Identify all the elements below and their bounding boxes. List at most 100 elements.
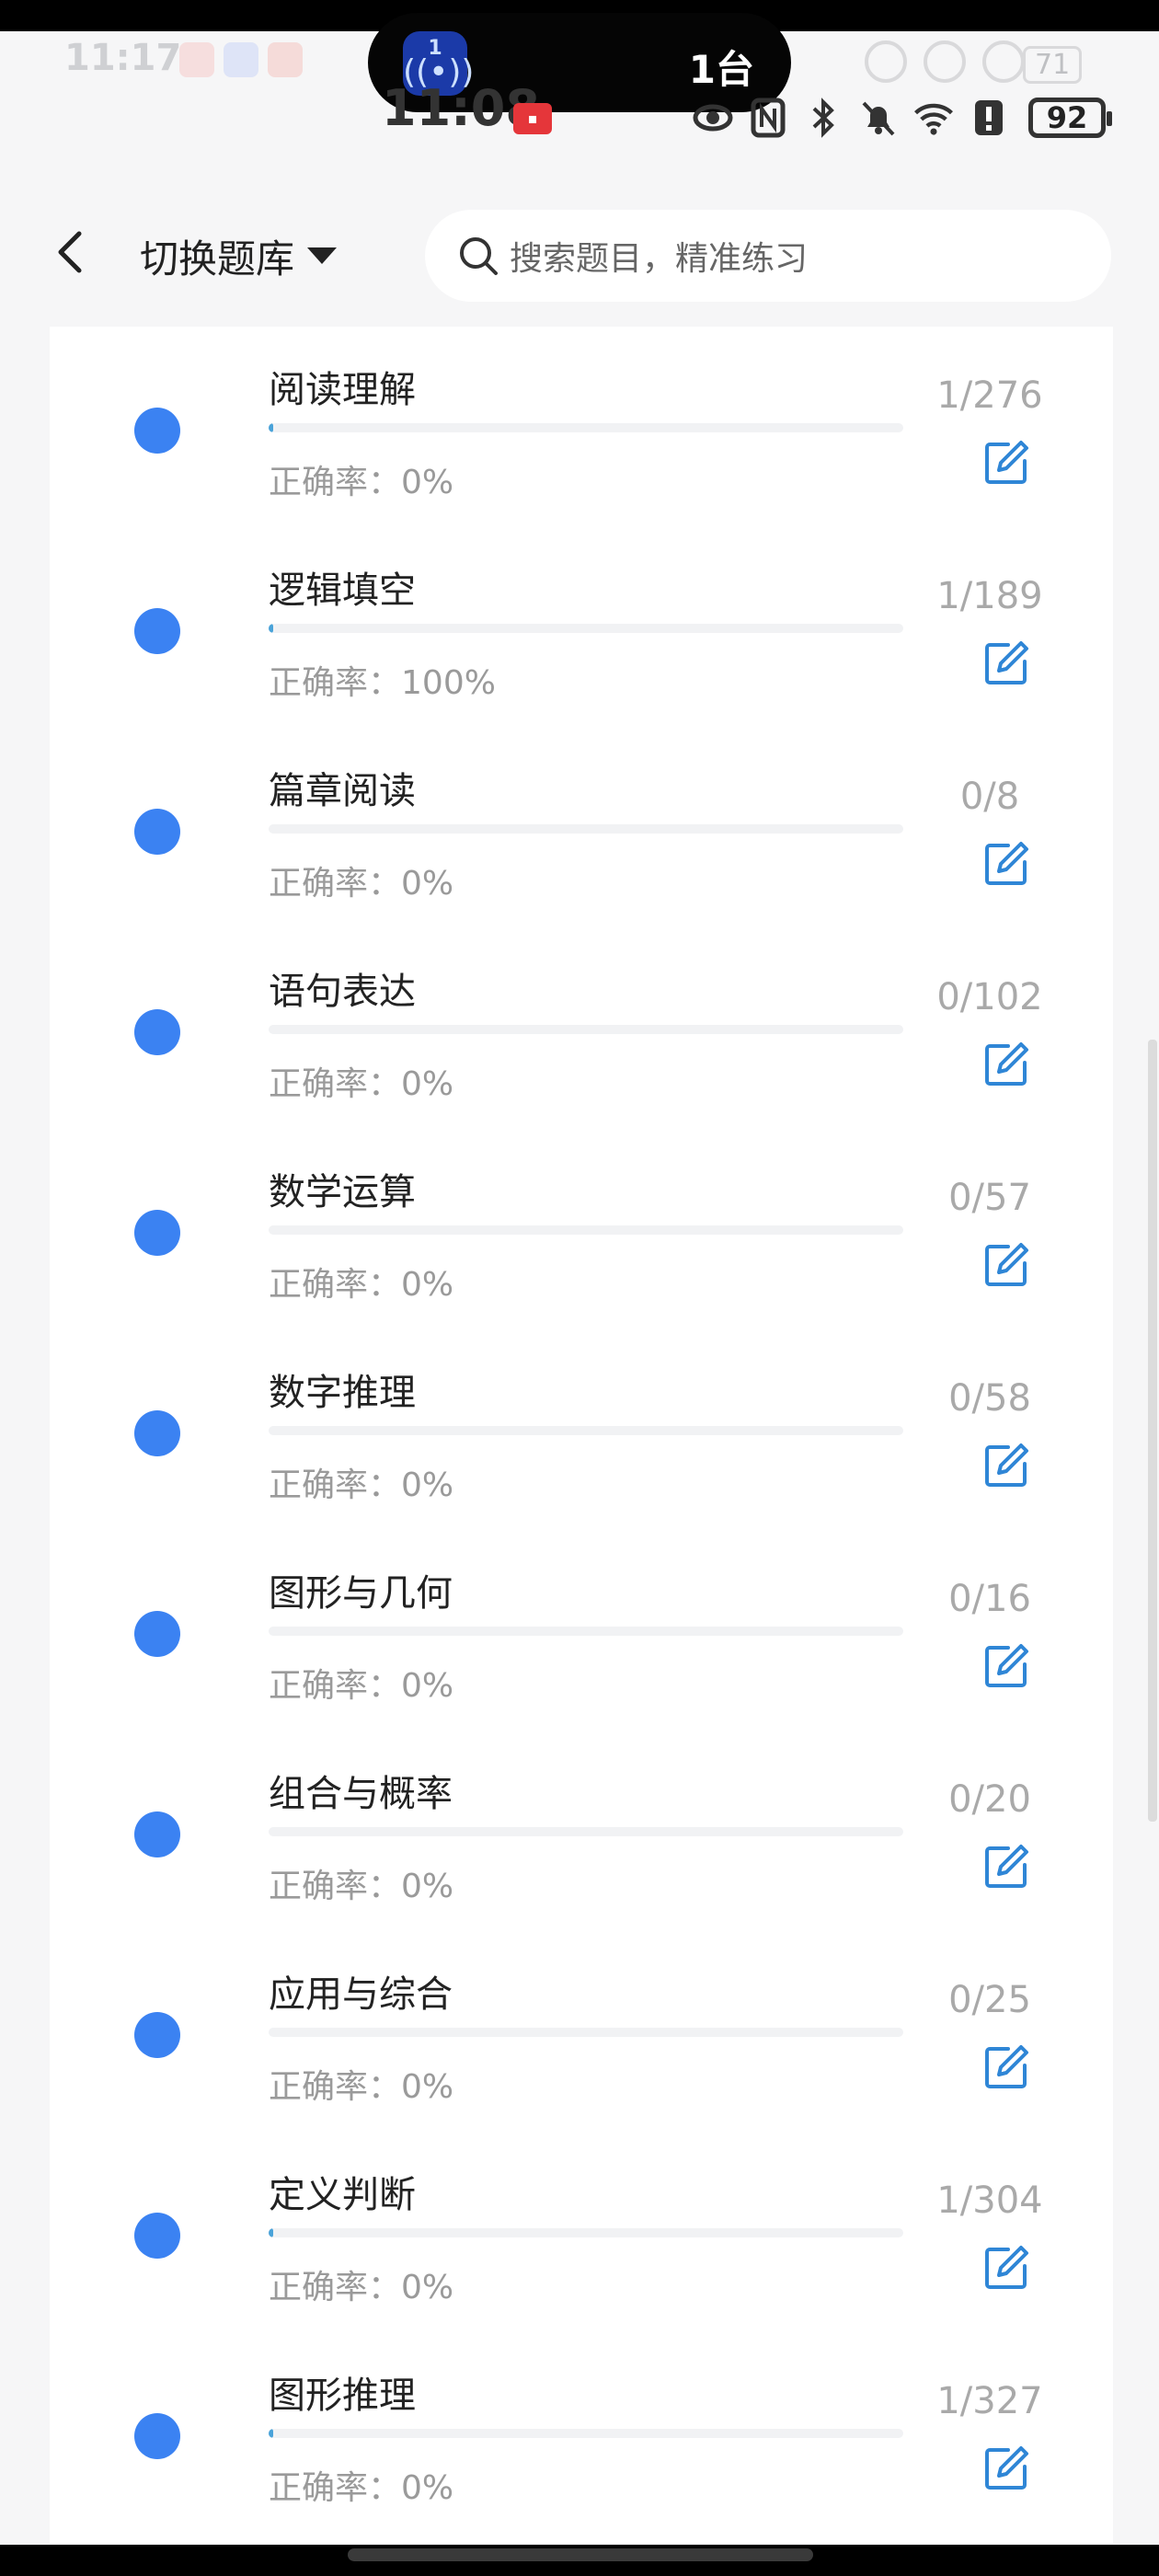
progress-bar (269, 624, 903, 633)
category-name: 阅读理解 (269, 369, 416, 411)
accuracy-text: 正确率：0% (269, 1057, 453, 1105)
status-dot (134, 1611, 180, 1657)
category-row[interactable]: 篇章阅读 正确率：0% 0/8 (50, 728, 1113, 928)
bluetooth-icon (802, 97, 844, 139)
accuracy-text: 正确率：0% (269, 857, 453, 904)
progress-bar (269, 2429, 903, 2438)
edit-icon[interactable] (981, 1841, 1032, 1892)
accuracy-label: 正确率： (269, 2068, 402, 2106)
edit-icon[interactable] (981, 2443, 1032, 2494)
category-row[interactable]: 定义判断 正确率：0% 1/304 (50, 2132, 1113, 2332)
progress-bar (269, 1426, 903, 1435)
island-app-icon: 1 ((•)) (403, 31, 474, 96)
overlay-battery: 71 (1023, 46, 1083, 84)
progress-count: 0/102 (936, 976, 1043, 1018)
edit-icon[interactable] (981, 437, 1032, 489)
status-dot (134, 408, 180, 454)
category-name: 数字推理 (269, 1372, 416, 1414)
status-dot (134, 1410, 180, 1456)
edit-icon[interactable] (981, 1640, 1032, 1692)
progress-bar (269, 824, 903, 834)
progress-fill (269, 624, 273, 633)
category-row[interactable]: 图形与几何 正确率：0% 0/16 (50, 1530, 1113, 1731)
category-name: 组合与概率 (269, 1773, 453, 1815)
progress-count: 0/16 (948, 1578, 1031, 1620)
accuracy-label: 正确率： (269, 2269, 402, 2306)
category-name: 篇章阅读 (269, 770, 416, 812)
navigation-bar (0, 2545, 1159, 2576)
accuracy-value: 0% (401, 2469, 454, 2507)
category-row[interactable]: 组合与概率 正确率：0% 0/20 (50, 1731, 1113, 1931)
home-indicator[interactable] (348, 2548, 813, 2561)
category-row[interactable]: 数学运算 正确率：0% 0/57 (50, 1129, 1113, 1329)
progress-bar (269, 1025, 903, 1034)
progress-bar (269, 2228, 903, 2237)
accuracy-value: 0% (401, 865, 454, 903)
accuracy-value: 0% (401, 1065, 454, 1103)
eye-icon (692, 97, 734, 139)
accuracy-label: 正确率： (269, 2469, 402, 2507)
app-header: 切换题库 搜索题目，精准练习 (0, 184, 1159, 322)
category-row[interactable]: 图形推理 正确率：0% 1/327 (50, 2332, 1113, 2533)
accuracy-text: 正确率：0% (269, 455, 453, 503)
accuracy-text: 正确率：0% (269, 2060, 453, 2108)
accuracy-label: 正确率： (269, 664, 402, 702)
nfc-icon (747, 97, 789, 139)
status-dot (134, 2213, 180, 2259)
overlay-system-icon (982, 40, 1025, 83)
edit-icon[interactable] (981, 2242, 1032, 2294)
category-row[interactable]: 逻辑填空 正确率：100% 1/189 (50, 527, 1113, 728)
category-name: 语句表达 (269, 971, 416, 1013)
status-dot (134, 2413, 180, 2459)
progress-bar (269, 1225, 903, 1235)
accuracy-value: 0% (401, 1667, 454, 1705)
category-name: 逻辑填空 (269, 569, 416, 612)
accuracy-text: 正确率：0% (269, 1659, 453, 1707)
scrollbar[interactable] (1148, 1040, 1157, 1822)
app-notification-icon (224, 42, 258, 77)
progress-bar (269, 423, 903, 432)
category-row[interactable]: 应用与综合 正确率：0% 0/25 (50, 1931, 1113, 2132)
edit-icon[interactable] (981, 2041, 1032, 2093)
progress-fill (269, 2429, 273, 2438)
edit-icon[interactable] (981, 838, 1032, 890)
category-row[interactable]: 数字推理 正确率：0% 0/58 (50, 1329, 1113, 1530)
edit-icon[interactable] (981, 638, 1032, 689)
progress-count: 0/58 (948, 1377, 1031, 1420)
accuracy-value: 0% (401, 1868, 454, 1905)
search-icon (460, 237, 498, 275)
app-notification-icon (268, 42, 303, 77)
wifi-icon (912, 97, 955, 139)
accuracy-label: 正确率： (269, 1466, 402, 1504)
overlay-system-icon (865, 40, 907, 83)
status-dot (134, 2012, 180, 2058)
progress-count: 0/20 (948, 1778, 1031, 1821)
accuracy-value: 0% (401, 2269, 454, 2306)
status-icons: 92 (692, 92, 1112, 144)
alert-icon (968, 97, 1010, 139)
search-placeholder: 搜索题目，精准练习 (510, 240, 809, 278)
switch-question-bank-button[interactable]: 切换题库 (140, 228, 338, 283)
status-dot (134, 809, 180, 855)
category-name: 图形与几何 (269, 1572, 453, 1615)
edit-icon[interactable] (981, 1440, 1032, 1491)
accuracy-text: 正确率：0% (269, 1258, 453, 1305)
back-button[interactable] (46, 226, 98, 278)
accuracy-value: 100% (401, 664, 496, 702)
accuracy-label: 正确率： (269, 1667, 402, 1705)
status-dot (134, 608, 180, 654)
progress-fill (269, 2228, 273, 2237)
category-name: 图形推理 (269, 2375, 416, 2417)
edit-icon[interactable] (981, 1039, 1032, 1090)
island-label: 1台 (688, 47, 754, 92)
status-dot (134, 1210, 180, 1256)
status-dot (134, 1009, 180, 1055)
category-list: 阅读理解 正确率：0% 1/276 逻辑填空 正确率：100% 1/189 篇章… (50, 327, 1113, 2544)
edit-icon[interactable] (981, 1239, 1032, 1291)
search-input[interactable]: 搜索题目，精准练习 (425, 210, 1111, 302)
progress-count: 1/304 (936, 2179, 1043, 2222)
switch-question-bank-label: 切换题库 (140, 236, 295, 282)
category-row[interactable]: 阅读理解 正确率：0% 1/276 (50, 327, 1113, 527)
category-row[interactable]: 语句表达 正确率：0% 0/102 (50, 928, 1113, 1129)
accuracy-value: 0% (401, 1466, 454, 1504)
